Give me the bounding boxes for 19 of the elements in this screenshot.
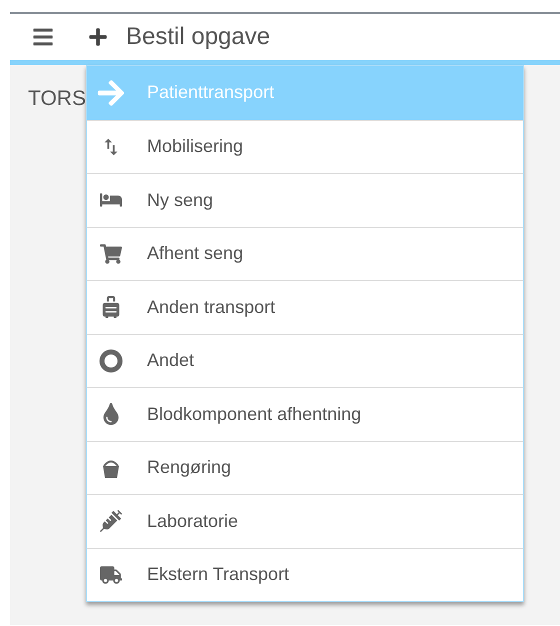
arrow-right-icon bbox=[96, 78, 126, 108]
menu-icon[interactable] bbox=[32, 26, 54, 48]
menu-item[interactable]: Mobilisering bbox=[87, 120, 523, 173]
cart-icon bbox=[100, 242, 122, 265]
truck-icon bbox=[100, 564, 122, 586]
menu-item[interactable]: Rengøring bbox=[87, 440, 523, 494]
day-heading: TORS bbox=[28, 87, 86, 110]
menu-item[interactable]: Anden transport bbox=[87, 280, 523, 334]
menu-item[interactable]: Laboratorie bbox=[87, 494, 523, 548]
menu-item[interactable]: Andet bbox=[87, 334, 523, 387]
menu-item[interactable]: Ny seng bbox=[87, 173, 523, 226]
luggage-icon bbox=[100, 296, 122, 318]
menu-item[interactable]: Afhent seng bbox=[87, 226, 523, 280]
plus-icon[interactable] bbox=[88, 27, 108, 47]
menu-item[interactable]: Ekstern Transport bbox=[87, 548, 523, 601]
menu-item[interactable]: Blodkomponent afhentning bbox=[87, 387, 523, 440]
page-title: Bestil opgave bbox=[126, 23, 270, 51]
syringe-icon bbox=[100, 510, 122, 532]
ring-icon bbox=[99, 348, 123, 373]
